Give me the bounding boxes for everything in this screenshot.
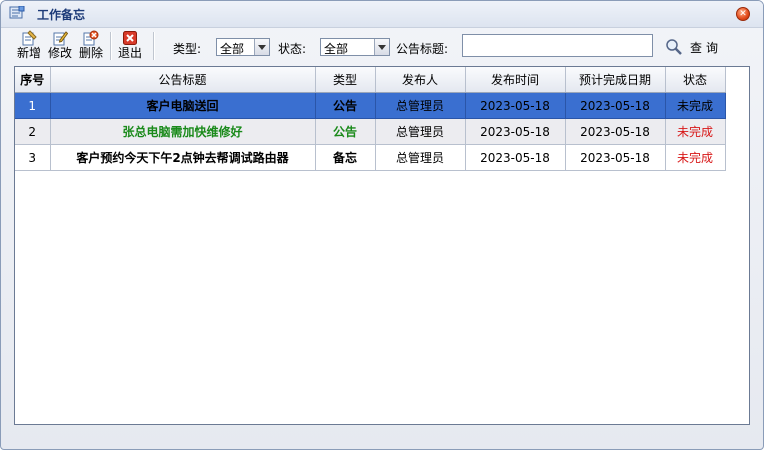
col-header-seq[interactable]: 序号	[15, 67, 51, 93]
title-bar[interactable]: 工作备忘 ✕	[1, 1, 763, 28]
cell-seq: 1	[15, 92, 51, 119]
title-label: 公告标题:	[396, 42, 449, 56]
cell-published: 2023-05-18	[465, 118, 566, 145]
status-select[interactable]: 全部	[320, 38, 390, 56]
cell-title: 张总电脑需加快维修好	[50, 118, 316, 145]
col-header-type[interactable]: 类型	[315, 67, 376, 93]
cell-status: 未完成	[665, 144, 726, 171]
cell-due: 2023-05-18	[565, 92, 666, 119]
edit-label: 修改	[47, 46, 72, 60]
chevron-down-icon[interactable]	[254, 39, 269, 55]
main-window: 工作备忘 ✕ 新增 修改 删除 退出 类型: 全部 状态: 全部 公告标题: 查…	[0, 0, 764, 450]
memo-icon	[9, 6, 25, 19]
status-bar	[1, 429, 763, 449]
col-header-publisher[interactable]: 发布人	[375, 67, 466, 93]
search-icon	[666, 39, 682, 55]
cell-publisher: 总管理员	[375, 92, 466, 119]
cell-published: 2023-05-18	[465, 92, 566, 119]
window-title: 工作备忘	[37, 8, 86, 22]
exit-button[interactable]: 退出	[116, 30, 144, 62]
table-row[interactable]: 3 客户预约今天下午2点钟去帮调试路由器 备忘 总管理员 2023-05-18 …	[15, 144, 726, 171]
exit-label: 退出	[117, 46, 142, 60]
search-label: 查询	[690, 41, 723, 55]
cell-type: 备忘	[315, 144, 376, 171]
cell-title: 客户电脑送回	[50, 92, 316, 119]
edit-button[interactable]: 修改	[46, 30, 74, 62]
type-label: 类型:	[173, 42, 202, 56]
delete-label: 删除	[78, 46, 103, 60]
new-button[interactable]: 新增	[15, 30, 43, 62]
edit-icon	[53, 31, 68, 46]
cell-published: 2023-05-18	[465, 144, 566, 171]
cell-status: 未完成	[665, 118, 726, 145]
type-select[interactable]: 全部	[216, 38, 270, 56]
table-row[interactable]: 2 张总电脑需加快维修好 公告 总管理员 2023-05-18 2023-05-…	[15, 118, 726, 145]
cell-seq: 3	[15, 144, 51, 171]
title-search-input[interactable]	[462, 34, 653, 57]
table-row[interactable]: 1 客户电脑送回 公告 总管理员 2023-05-18 2023-05-18 未…	[15, 92, 726, 119]
toolbar-separator	[153, 32, 155, 60]
toolbar-separator	[110, 32, 112, 60]
cell-title: 客户预约今天下午2点钟去帮调试路由器	[50, 144, 316, 171]
new-icon	[22, 30, 37, 46]
table-header-row: 序号 公告标题 类型 发布人 发布时间 预计完成日期 状态	[15, 67, 726, 93]
delete-icon	[83, 30, 99, 46]
new-label: 新增	[16, 46, 41, 60]
cell-due: 2023-05-18	[565, 118, 666, 145]
cell-publisher: 总管理员	[375, 118, 466, 145]
cell-publisher: 总管理员	[375, 144, 466, 171]
col-header-title[interactable]: 公告标题	[50, 67, 316, 93]
col-header-due[interactable]: 预计完成日期	[565, 67, 666, 93]
status-label: 状态:	[278, 42, 307, 56]
close-icon[interactable]: ✕	[736, 7, 750, 21]
col-header-published[interactable]: 发布时间	[465, 67, 566, 93]
search-button[interactable]: 查询	[665, 38, 718, 56]
cell-type: 公告	[315, 92, 376, 119]
cell-due: 2023-05-18	[565, 144, 666, 171]
memo-grid: 序号 公告标题 类型 发布人 发布时间 预计完成日期 状态 1 客户电脑送回 公…	[14, 66, 750, 425]
cell-status: 未完成	[665, 92, 726, 119]
status-select-value: 全部	[324, 42, 349, 56]
chevron-down-icon[interactable]	[374, 39, 389, 55]
cell-type: 公告	[315, 118, 376, 145]
type-select-value: 全部	[220, 42, 245, 56]
memo-table: 序号 公告标题 类型 发布人 发布时间 预计完成日期 状态 1 客户电脑送回 公…	[15, 67, 726, 171]
cell-seq: 2	[15, 118, 51, 145]
exit-icon	[123, 31, 137, 45]
col-header-status[interactable]: 状态	[665, 67, 726, 93]
delete-button[interactable]: 删除	[77, 30, 105, 62]
